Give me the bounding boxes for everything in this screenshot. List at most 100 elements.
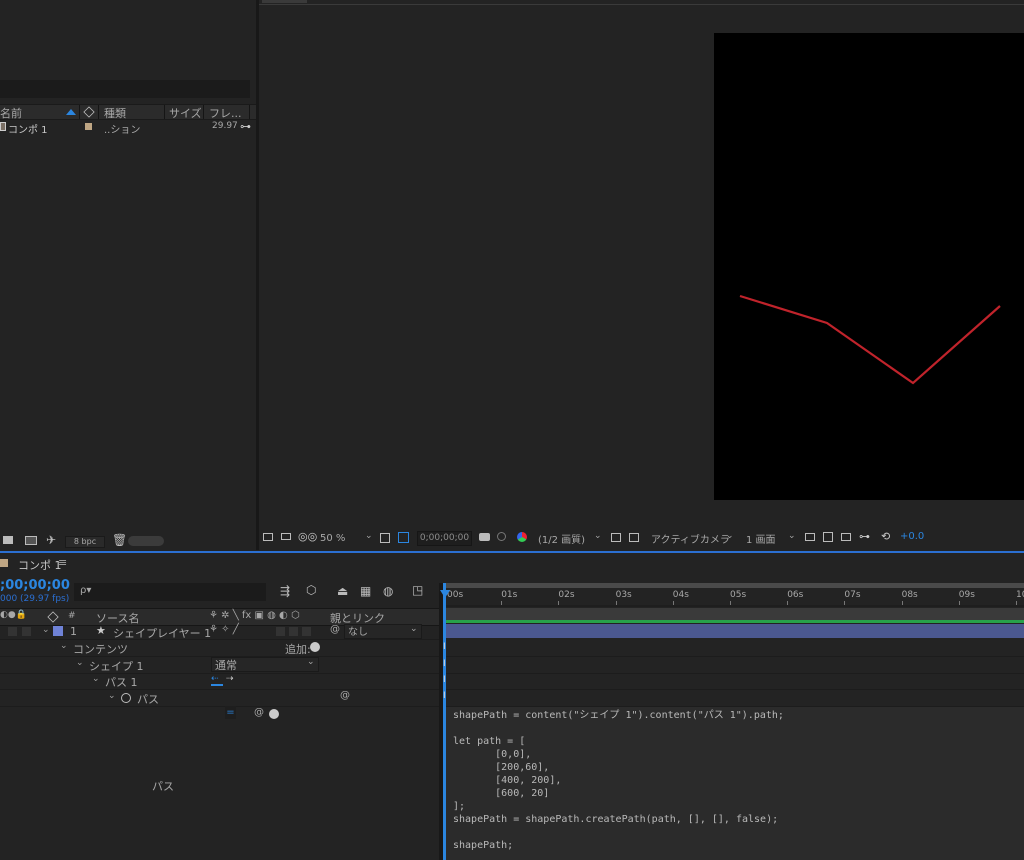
safe-margins-icon[interactable] (380, 533, 390, 543)
layer-switches-icons[interactable]: ⚘ ✲ ╲ fx ▣ ◍ ◐ ⬡ (209, 610, 300, 621)
stopwatch-icon[interactable] (121, 693, 131, 703)
sort-ascending-icon[interactable] (66, 109, 76, 115)
chevron-down-icon[interactable]: ⌄ (92, 674, 100, 684)
shy-layers-icon[interactable]: ⏏ (337, 584, 348, 598)
resolution-dropdown[interactable]: (1/2 画質) (538, 531, 585, 546)
av-switches-icon[interactable]: ◐●🔒 (0, 610, 27, 620)
trash-icon[interactable]: 🗑 (112, 533, 127, 547)
path-group-row[interactable]: ⌄ パス 1 ⇠ ⇢ (0, 673, 440, 690)
expression-code[interactable]: shapePath = content("シェイプ 1").content("パ… (453, 709, 784, 852)
enable-expression-icon[interactable]: = (225, 706, 236, 719)
layer-row[interactable]: ⌄ 1 ★ シェイプレイヤー 1 ⚘ ✧ ╱ @ なし ⌄ (0, 624, 440, 640)
keyframe-marker[interactable]: I (443, 691, 446, 701)
blend-mode-value: 通常 (215, 659, 237, 672)
column-name[interactable]: 名前 (0, 105, 22, 121)
monitor-icon[interactable] (281, 533, 291, 540)
contents-row[interactable]: ⌄ コンテンツ 追加: (0, 640, 440, 657)
flowchart-icon[interactable]: ⊶ (859, 530, 870, 543)
bit-depth-button[interactable]: 8 bpc (65, 536, 105, 548)
camera-snapshot-icon[interactable] (479, 533, 490, 541)
fast-preview-icon[interactable] (611, 533, 621, 542)
mask-visibility-icon[interactable]: ◎◎ (298, 530, 317, 543)
blend-mode-dropdown[interactable]: 通常 (211, 657, 319, 672)
parent-value: なし (348, 627, 368, 638)
work-area-bar[interactable] (443, 583, 1024, 588)
column-type[interactable]: 種類 (104, 105, 126, 121)
column-fps[interactable]: フレ... (209, 105, 242, 121)
transparency-grid-icon[interactable] (629, 533, 639, 542)
folder-icon[interactable] (3, 536, 13, 544)
playhead-icon[interactable] (440, 590, 450, 598)
expression-editor[interactable]: shapePath = content("シェイプ 1").content("パ… (446, 707, 1024, 860)
shape-group-row[interactable]: ⌄ シェイプ 1 通常 ⌄ (0, 656, 440, 674)
channel-icon[interactable] (517, 532, 527, 542)
solo-switch[interactable] (22, 627, 31, 636)
expression-language-menu-icon[interactable] (269, 709, 279, 719)
view-layout-dropdown[interactable]: 1 画面 (746, 531, 776, 546)
toggle-pixel-aspect-icon[interactable] (805, 533, 815, 541)
zoom-value: 50 % (320, 533, 346, 544)
exposure-value[interactable]: +0.0 (900, 531, 924, 542)
path-reverse-icon[interactable]: ⇢ (226, 675, 238, 686)
timeline-tab[interactable]: コンポ 1 ≡ (0, 555, 1024, 573)
panel-menu-icon[interactable]: ≡ (58, 556, 67, 569)
shape-group-label: シェイプ 1 (89, 660, 144, 673)
always-preview-icon[interactable] (263, 533, 273, 541)
switch-box[interactable] (289, 627, 298, 636)
motion-blur-icon[interactable]: ◍ (383, 584, 393, 598)
layer-switches[interactable]: ⚘ ✧ ╱ (209, 624, 239, 635)
layer-duration-bar[interactable] (446, 624, 1024, 638)
track-row (443, 656, 1024, 674)
switch-box[interactable] (302, 627, 311, 636)
region-of-interest-icon[interactable] (398, 532, 409, 543)
label-tag-icon[interactable] (83, 106, 95, 118)
shape-path-stroke[interactable] (739, 294, 1001, 385)
project-scrollbar[interactable] (128, 536, 164, 546)
keyframe-marker[interactable]: I (443, 642, 446, 652)
current-time-display[interactable]: ;00;00;00 (0, 578, 70, 593)
path-direction-icon[interactable]: ⇠ (211, 675, 223, 686)
viewer-tab[interactable] (262, 0, 307, 3)
chevron-down-icon[interactable]: ⌄ (60, 641, 68, 651)
camera-dropdown[interactable]: アクティブカメラ (651, 531, 730, 546)
new-composition-icon[interactable] (25, 536, 37, 545)
label-tag-icon[interactable] (47, 611, 59, 623)
flowchart-icon[interactable]: ⊶ (240, 120, 251, 133)
layer-name[interactable]: シェイプレイヤー 1 (113, 625, 211, 641)
chevron-down-icon[interactable]: ⌄ (76, 658, 84, 668)
pickwhip-icon[interactable]: @ (330, 624, 340, 635)
contents-label: コンテンツ (73, 643, 128, 656)
chevron-down-icon[interactable]: ⌄ (108, 691, 116, 701)
project-search-input[interactable] (0, 80, 250, 98)
viewer-timecode[interactable]: 0;00;00;00 (417, 531, 472, 546)
show-snapshot-icon[interactable] (497, 532, 506, 541)
navigator-bar[interactable] (443, 608, 1024, 620)
video-switch[interactable] (8, 627, 17, 636)
switch-box[interactable] (276, 627, 285, 636)
chevron-down-icon[interactable]: ⌄ (42, 625, 50, 635)
composition-canvas[interactable] (714, 33, 1024, 500)
ruler-tick-label: 04s (672, 590, 689, 600)
project-item-row[interactable]: コンポ 1 ..ション 29.97 ⊶ (0, 120, 256, 136)
add-menu-play-icon[interactable] (310, 642, 320, 652)
draft-3d-icon[interactable]: ⬡ (306, 583, 316, 597)
graph-editor-icon[interactable]: ◳ (412, 583, 423, 597)
reset-exposure-icon[interactable]: ⟲ (881, 530, 890, 543)
keyframe-marker[interactable]: I (443, 675, 446, 685)
expression-line (453, 722, 784, 735)
pickwhip-icon[interactable]: @ (340, 690, 350, 701)
label-color-swatch[interactable] (85, 123, 92, 130)
layer-label-swatch[interactable] (53, 626, 63, 636)
timeline-search-input[interactable]: ρ▾ (74, 583, 266, 601)
layer-number-column[interactable]: # (68, 611, 76, 621)
comp-flowchart-icon[interactable]: ⇶ (280, 584, 290, 598)
render-queue-icon[interactable]: ✈ (46, 533, 56, 547)
column-size[interactable]: サイズ (169, 105, 202, 121)
timeline-icon[interactable] (841, 533, 851, 541)
path-property-row[interactable]: ⌄ パス @ (0, 689, 440, 707)
add-menu-label[interactable]: 追加: (285, 641, 311, 657)
export-frame-icon[interactable] (823, 532, 833, 542)
keyframe-marker[interactable]: I (443, 659, 446, 669)
frame-blending-icon[interactable]: ▦ (360, 584, 371, 598)
expression-graph-icon[interactable]: @ (254, 707, 264, 718)
